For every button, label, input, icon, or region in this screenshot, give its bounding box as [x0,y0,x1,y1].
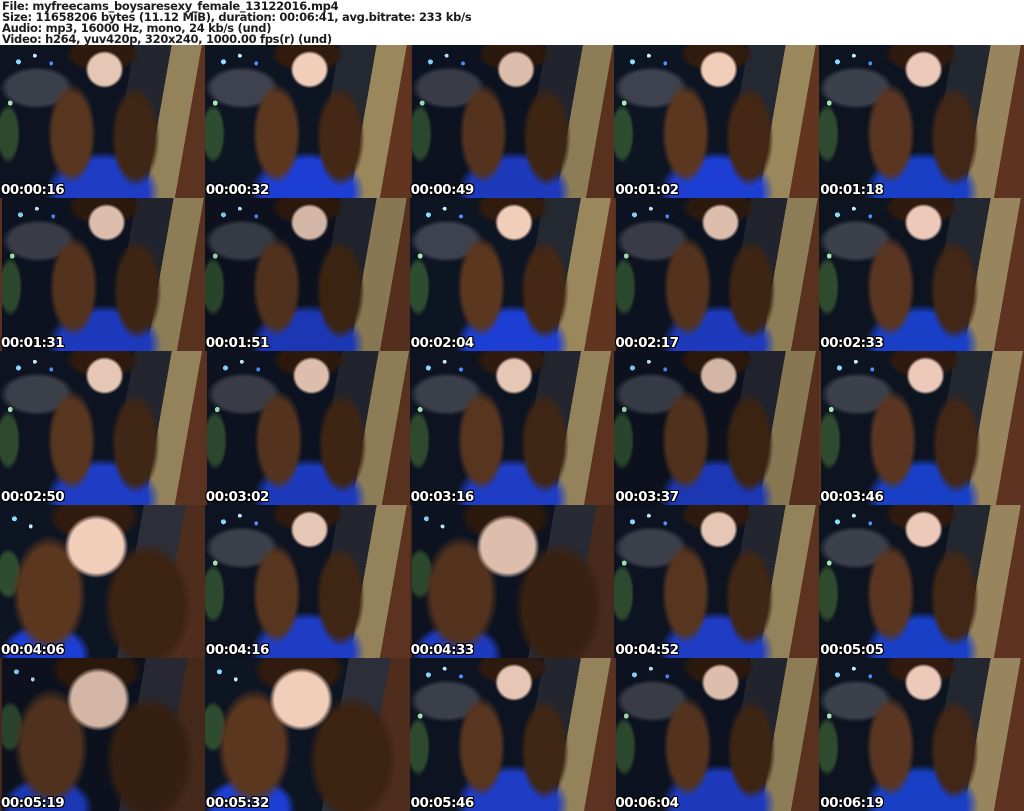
video-frame-placeholder [409,657,615,811]
thumbnail-cell: 00:00:16 [0,45,205,199]
video-frame-placeholder [614,657,820,811]
video-frame-placeholder [614,504,820,658]
frame-timestamp: 00:02:50 [1,488,65,505]
video-frame-placeholder [204,504,410,658]
video-contact-sheet: File: myfreecams_boysaresexy_female_1312… [0,0,1024,811]
video-frame-placeholder [409,351,615,505]
thumbnail-cell: 00:05:05 [819,504,1024,658]
video-frame-placeholder [819,504,1024,658]
frame-timestamp: 00:02:04 [410,335,475,352]
thumbnail-cell: 00:01:51 [204,198,410,352]
thumbnail-cell: 00:00:49 [409,45,615,199]
metadata-header: File: myfreecams_boysaresexy_female_1312… [0,0,1024,45]
frame-timestamp: 00:01:51 [205,335,270,352]
frame-timestamp: 00:01:18 [820,182,884,199]
frame-timestamp: 00:06:19 [820,794,884,811]
frame-timestamp: 00:05:19 [1,794,65,811]
thumbnail-cell: 00:02:04 [409,198,615,352]
video-frame-placeholder [819,198,1024,352]
frame-timestamp: 00:03:37 [615,488,679,505]
frame-timestamp: 00:04:52 [615,641,679,658]
thumbnail-cell: 00:00:32 [204,45,410,199]
frame-timestamp: 00:02:17 [615,335,679,352]
video-frame-placeholder [614,351,820,505]
thumbnail-cell: 00:03:02 [204,351,410,505]
video-frame-placeholder [819,351,1024,505]
frame-timestamp: 00:04:06 [1,641,65,658]
thumbnail-cell: 00:06:04 [614,657,820,811]
thumbnail-cell: 00:03:37 [614,351,820,505]
frame-timestamp: 00:04:33 [410,641,475,658]
video-frame-placeholder [0,657,205,811]
video-frame-placeholder [0,504,205,658]
video-info-line: Video: h264, yuv420p, 320x240, 1000.00 f… [2,32,332,45]
frame-timestamp: 00:01:02 [615,182,679,199]
thumbnail-cell: 00:01:02 [614,45,820,199]
frame-timestamp: 00:05:46 [410,794,475,811]
frame-timestamp: 00:00:32 [205,182,270,199]
video-frame-placeholder [204,45,410,199]
video-frame-placeholder [204,351,410,505]
video-frame-placeholder [819,45,1024,199]
frame-timestamp: 00:05:05 [820,641,884,658]
frame-timestamp: 00:02:33 [820,335,884,352]
video-frame-placeholder [0,198,205,352]
video-frame-placeholder [0,351,205,505]
video-frame-placeholder [409,198,615,352]
video-frame-placeholder [819,657,1024,811]
video-frame-placeholder [0,45,205,199]
frame-timestamp: 00:00:49 [410,182,475,199]
video-frame-placeholder [409,504,615,658]
frame-timestamp: 00:06:04 [615,794,679,811]
thumbnail-cell: 00:03:46 [819,351,1024,505]
thumbnail-cell: 00:01:18 [819,45,1024,199]
frame-timestamp: 00:03:16 [410,488,475,505]
thumbnail-cell: 00:04:52 [614,504,820,658]
thumbnail-cell: 00:02:33 [819,198,1024,352]
thumbnail-cell: 00:04:16 [204,504,410,658]
video-frame-placeholder [614,45,820,199]
thumbnail-cell: 00:02:17 [614,198,820,352]
video-frame-placeholder [614,198,820,352]
frame-timestamp: 00:03:02 [205,488,270,505]
thumbnail-grid: 00:00:16 00:00:32 00:00:49 00:01:02 00:0… [0,45,1024,811]
thumbnail-cell: 00:04:33 [409,504,615,658]
video-frame-placeholder [204,198,410,352]
frame-timestamp: 00:01:31 [1,335,65,352]
thumbnail-cell: 00:05:32 [204,657,410,811]
frame-timestamp: 00:05:32 [205,794,270,811]
frame-timestamp: 00:04:16 [205,641,270,658]
thumbnail-cell: 00:05:46 [409,657,615,811]
thumbnail-cell: 00:01:31 [0,198,205,352]
video-frame-placeholder [204,657,410,811]
frame-timestamp: 00:03:46 [820,488,884,505]
thumbnail-cell: 00:04:06 [0,504,205,658]
thumbnail-cell: 00:02:50 [0,351,205,505]
thumbnail-cell: 00:05:19 [0,657,205,811]
frame-timestamp: 00:00:16 [1,182,65,199]
video-frame-placeholder [409,45,615,199]
thumbnail-cell: 00:06:19 [819,657,1024,811]
thumbnail-cell: 00:03:16 [409,351,615,505]
